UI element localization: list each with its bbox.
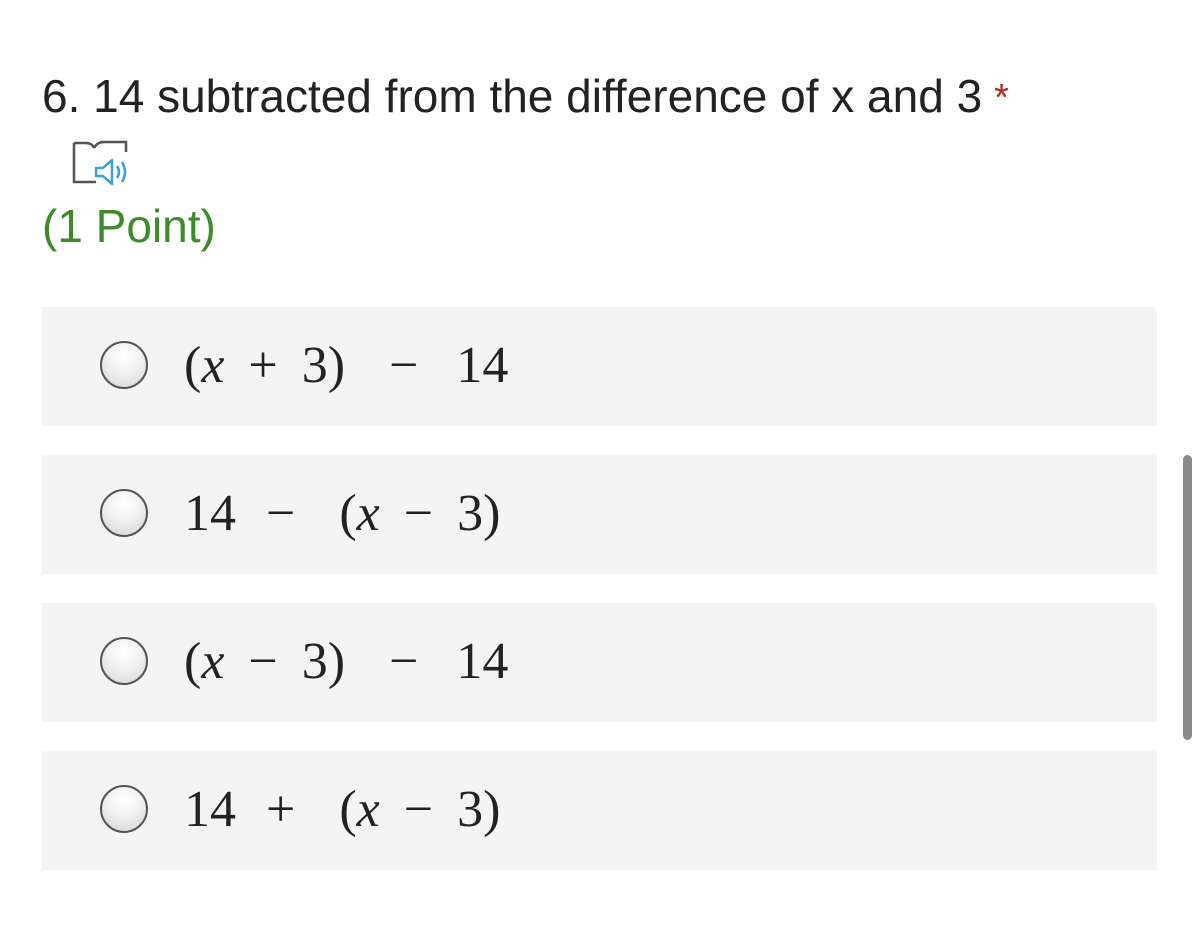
math-token: (: [184, 337, 202, 394]
math-token: x: [201, 633, 225, 690]
math-token: x: [201, 337, 225, 394]
option-expression: 14 + (x −3): [184, 779, 500, 841]
radio-button[interactable]: [100, 489, 148, 537]
option-c[interactable]: (x −3) −14: [42, 603, 1157, 722]
answer-options: (x +3) −14 14− (x −3) (x −3) −14 14 + (x −3): [42, 307, 1157, 899]
math-token: +: [266, 781, 296, 838]
math-token: x: [356, 485, 380, 542]
math-token: 14: [184, 485, 236, 542]
option-expression: (x +3) −14: [184, 335, 508, 397]
scrollbar[interactable]: [1183, 455, 1192, 740]
math-token: (: [339, 781, 357, 838]
option-b[interactable]: 14− (x −3): [42, 455, 1157, 574]
option-expression: (x −3) −14: [184, 631, 508, 693]
math-token: −: [266, 485, 296, 542]
radio-button[interactable]: [100, 341, 148, 389]
question-points: (1 Point): [42, 200, 216, 252]
radio-button[interactable]: [100, 637, 148, 685]
option-d[interactable]: 14 + (x −3): [42, 751, 1157, 870]
immersive-reader-icon[interactable]: [70, 138, 132, 190]
radio-button[interactable]: [100, 785, 148, 833]
question-block: 6. 14 subtracted from the difference of …: [42, 66, 1152, 252]
math-token: (: [339, 485, 357, 542]
required-marker: *: [994, 77, 1009, 119]
math-token: (: [184, 633, 202, 690]
math-token: 14: [184, 781, 236, 838]
math-token: 3): [457, 781, 501, 838]
math-token: 3): [457, 485, 501, 542]
math-token: x: [356, 781, 380, 838]
math-token: +: [248, 337, 278, 394]
math-token: 3): [301, 337, 346, 394]
math-token: 14: [456, 633, 509, 690]
question-title: 6. 14 subtracted from the difference of …: [42, 66, 1152, 126]
math-token: −: [389, 337, 419, 394]
option-a[interactable]: (x +3) −14: [42, 307, 1157, 426]
math-token: −: [389, 633, 419, 690]
math-token: 3): [301, 633, 346, 690]
math-token: −: [403, 781, 434, 838]
question-text: 6. 14 subtracted from the difference of …: [42, 70, 983, 122]
math-token: −: [403, 485, 434, 542]
math-token: 14: [456, 337, 509, 394]
option-expression: 14− (x −3): [184, 483, 500, 545]
math-token: −: [248, 633, 278, 690]
book-speaker-icon: [72, 140, 128, 186]
